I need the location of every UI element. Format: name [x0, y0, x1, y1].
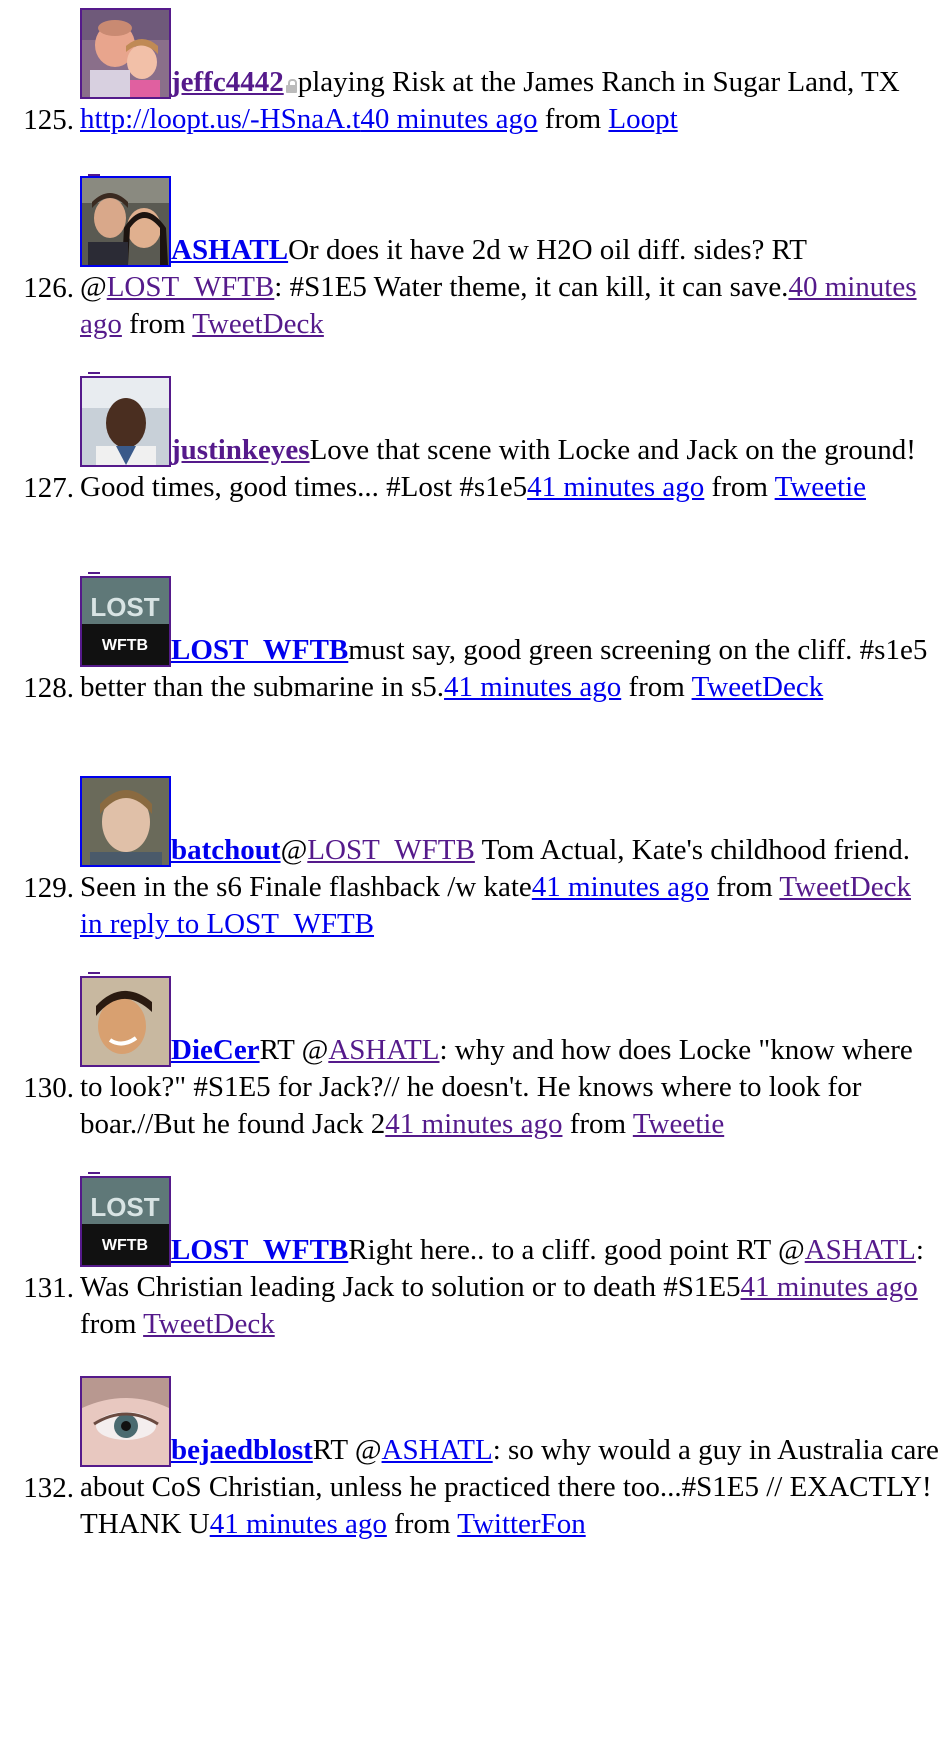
lost-wftb-logo-icon: LOST WFTB: [82, 578, 169, 665]
item-number: 132.: [23, 1472, 74, 1504]
from-label: from: [121, 308, 193, 340]
mention-link[interactable]: LOST_WFTB: [307, 834, 475, 866]
item-number: 131.: [23, 1272, 74, 1304]
item-number: 125.: [23, 104, 74, 136]
source-link[interactable]: TwitterFon: [457, 1508, 585, 1540]
user-avatar-link[interactable]: [80, 176, 171, 267]
username-link[interactable]: jeffc4442: [171, 66, 284, 98]
tweet-item: jeffc4442 playing Risk at the James Ranch…: [23, 8, 940, 176]
tweet-text: RT @: [312, 1434, 382, 1466]
svg-text:WFTB: WFTB: [102, 637, 148, 654]
source-link[interactable]: TweetDeck: [192, 308, 324, 340]
user-avatar-link[interactable]: [80, 1376, 171, 1467]
timestamp-link[interactable]: 41 minutes ago: [741, 1271, 918, 1303]
item-number: 128.: [23, 672, 74, 704]
from-label: from: [80, 1308, 144, 1340]
from-label: from: [386, 1508, 458, 1540]
lock-icon: [285, 79, 297, 93]
separator-underscore: [88, 972, 100, 974]
svg-text:LOST: LOST: [90, 1192, 159, 1222]
mention-link[interactable]: ASHATL: [805, 1234, 916, 1266]
item-number: 127.: [23, 472, 74, 504]
user-avatar-link[interactable]: LOST WFTB: [80, 1176, 171, 1267]
source-link[interactable]: TweetDeck: [779, 871, 911, 903]
timestamp-link[interactable]: 41 minutes ago: [532, 871, 709, 903]
in-reply-to-link[interactable]: in reply to LOST_WFTB: [80, 908, 374, 940]
username-link[interactable]: LOST_WFTB: [171, 634, 348, 666]
username-link[interactable]: justinkeyes: [171, 434, 310, 466]
timestamp-link[interactable]: 40 minutes ago: [360, 103, 537, 135]
page: { "tweets": [ { "number": "125.", "user"…: [0, 0, 940, 1754]
photo-smiling-man-icon: [82, 978, 169, 1065]
from-label: from: [704, 471, 775, 503]
username-link[interactable]: ASHATL: [171, 234, 288, 266]
source-link[interactable]: Loopt: [608, 103, 677, 135]
tweet-text: Right here.. to a cliff. good point RT @: [348, 1234, 805, 1266]
tweet-item: DieCerRT @ASHATL: why and how does Locke…: [23, 976, 940, 1174]
username-link[interactable]: batchout: [171, 834, 281, 866]
tweet-item: ASHATLOr does it have 2d w H2O oil diff.…: [23, 176, 940, 374]
mention-link[interactable]: ASHATL: [328, 1034, 439, 1066]
tweet-item: LOST WFTB LOST_WFTBRight here.. to a cli…: [23, 1176, 940, 1343]
timestamp-link[interactable]: 41 minutes ago: [385, 1108, 562, 1140]
lost-wftb-logo-icon: LOST WFTB: [82, 1178, 169, 1265]
item-number: 126.: [23, 272, 74, 304]
timestamp-link[interactable]: 41 minutes ago: [527, 471, 704, 503]
mention-link[interactable]: ASHATL: [382, 1434, 493, 1466]
user-avatar-link[interactable]: [80, 376, 171, 467]
source-link[interactable]: TweetDeck: [143, 1308, 275, 1340]
from-label: from: [562, 1108, 633, 1140]
tweet-text: RT @: [259, 1034, 329, 1066]
from-label: from: [709, 871, 780, 903]
photo-man-face-icon: [82, 778, 169, 865]
from-label: from: [621, 671, 692, 703]
tweet-item: justinkeyesLove that scene with Locke an…: [23, 376, 940, 574]
svg-text:WFTB: WFTB: [102, 1237, 148, 1254]
tweet-text: @: [280, 834, 308, 866]
user-avatar-link[interactable]: [80, 776, 171, 867]
photo-man-portrait-icon: [82, 378, 169, 465]
timestamp-link[interactable]: 41 minutes ago: [444, 671, 621, 703]
separator-underscore: [88, 1172, 100, 1174]
user-avatar-link[interactable]: LOST WFTB: [80, 576, 171, 667]
source-link[interactable]: Tweetie: [775, 471, 866, 503]
user-avatar-link[interactable]: [80, 8, 171, 99]
username-link[interactable]: DieCer: [171, 1034, 260, 1066]
username-link[interactable]: bejaedblost: [171, 1434, 313, 1466]
svg-text:LOST: LOST: [90, 592, 159, 622]
tweet-text: playing Risk at the James Ranch in Sugar…: [297, 66, 900, 98]
source-link[interactable]: Tweetie: [633, 1108, 724, 1140]
timestamp-link[interactable]: 41 minutes ago: [210, 1508, 387, 1540]
photo-eye-closeup-icon: [82, 1378, 169, 1465]
source-link[interactable]: TweetDeck: [692, 671, 824, 703]
item-number: 130.: [23, 1072, 74, 1104]
tweet-item: batchout@LOST_WFTB Tom Actual, Kate's ch…: [23, 776, 940, 974]
username-link[interactable]: LOST_WFTB: [171, 1234, 348, 1266]
tweet-text-continued: : #S1E5 Water theme, it can kill, it can…: [274, 271, 789, 303]
separator-underscore: [88, 372, 100, 374]
photo-man-with-child-icon: [82, 10, 169, 97]
tweet-item: LOST WFTB LOST_WFTBmust say, good green …: [23, 576, 940, 706]
photo-couple-icon: [82, 178, 169, 265]
separator-underscore: [88, 572, 100, 574]
item-number: 129.: [23, 872, 74, 904]
mention-link[interactable]: LOST_WFTB: [107, 271, 275, 303]
tweet-url-link[interactable]: http://loopt.us/-HSnaA.t: [80, 103, 360, 135]
tweet-item: bejaedblostRT @ASHATL: so why would a gu…: [23, 1376, 940, 1543]
from-label: from: [537, 103, 609, 135]
user-avatar-link[interactable]: [80, 976, 171, 1067]
